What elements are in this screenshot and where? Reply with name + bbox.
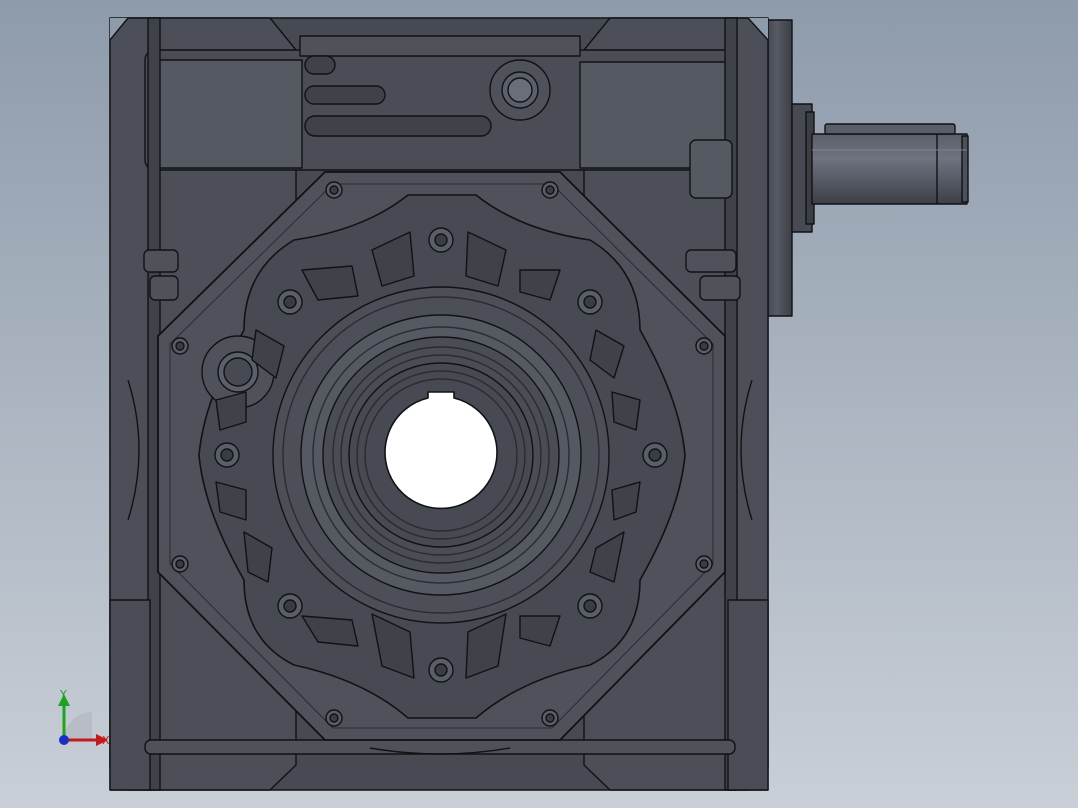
shaft-keyway bbox=[824, 123, 956, 135]
cad-viewport[interactable]: Y X bbox=[0, 0, 1078, 808]
triad-y-label: Y bbox=[59, 688, 67, 701]
triad-x-label: X bbox=[102, 734, 110, 747]
input-shaft bbox=[811, 123, 969, 205]
model-canvas[interactable]: Y X bbox=[0, 0, 1078, 808]
